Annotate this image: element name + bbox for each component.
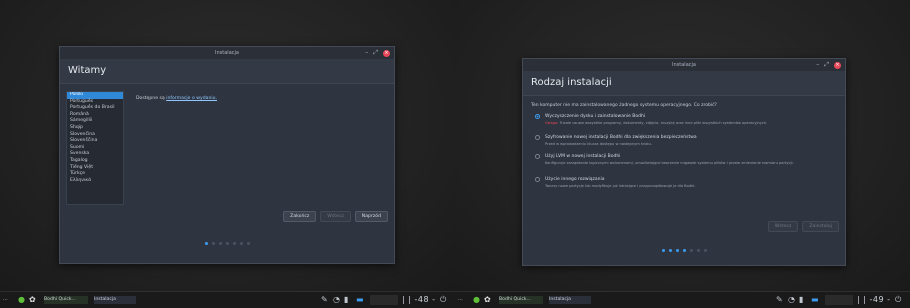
language-item[interactable]: Tagalog (67, 158, 123, 165)
radio-lvm[interactable] (535, 154, 540, 159)
radio-something-else[interactable] (535, 177, 540, 182)
release-notes-text: Dostępne są informacje o wydaniu. (136, 96, 218, 101)
maximize-icon[interactable]: ⤢ (824, 59, 829, 71)
taskbar-left: ⋯ ● ✿ Bodhi Quick... Instalacja ✎ ◔ ▮ ▬ … (0, 292, 455, 308)
pen-icon[interactable]: ✎ (321, 295, 328, 305)
taskbar-app-installer[interactable]: Instalacja (549, 296, 591, 304)
progress-dot (682, 249, 686, 252)
taskbar: ⋯ ● ✿ Bodhi Quick... Instalacja ✎ ◔ ▮ ▬ … (0, 291, 910, 308)
apps-icon[interactable]: ✿ (29, 295, 36, 305)
monitor-icon[interactable]: ▬ (356, 295, 364, 305)
radio-erase-disk[interactable] (535, 114, 540, 119)
progress-dot (232, 242, 236, 245)
next-button[interactable]: Naprzód (354, 211, 388, 222)
taskbar-app-installer[interactable]: Instalacja (94, 296, 136, 304)
language-item[interactable]: Polski (67, 92, 123, 99)
installer-window-install-type: Instalacja – ⤢ × Rodzaj instalacji Ten k… (522, 58, 846, 266)
release-notes-link[interactable]: informacje o wydaniu. (166, 96, 217, 101)
bodhi-icon[interactable]: ● (18, 295, 25, 305)
clock: | | -48 ‑ (402, 295, 436, 304)
menu-dots-icon[interactable]: ⋯ (3, 295, 8, 305)
minimize-icon[interactable]: – (816, 59, 819, 71)
progress-dots (523, 249, 845, 252)
progress-dot (696, 249, 700, 252)
taskbar-app-bodhi[interactable]: Bodhi Quick... (44, 296, 88, 304)
desktop-left: Instalacja – ⤢ × Witamy Polski Português P… (0, 0, 455, 292)
installer-window-welcome: Instalacja – ⤢ × Witamy Polski Português P… (59, 46, 395, 264)
language-item[interactable]: Türkçe (67, 171, 123, 178)
close-icon[interactable]: × (834, 61, 841, 69)
progress-dot (675, 249, 679, 252)
taskbar-app-bodhi[interactable]: Bodhi Quick... (499, 296, 543, 304)
bodhi-icon[interactable]: ● (473, 295, 480, 305)
radio-encrypt[interactable] (535, 135, 540, 140)
workspace-pager[interactable] (825, 295, 853, 305)
progress-dot (689, 249, 693, 252)
window-title: Instalacja (215, 50, 239, 56)
progress-dot (661, 249, 665, 252)
close-icon[interactable]: × (383, 49, 390, 57)
taskbar-right: ⋯ ● ✿ Bodhi Quick... Instalacja ✎ ◔ ▮ ▬ … (455, 292, 910, 308)
window-title: Instalacja (672, 62, 696, 68)
progress-dot (703, 249, 707, 252)
progress-dot (218, 242, 222, 245)
progress-dot (239, 242, 243, 245)
clock-icon[interactable]: ◔ (788, 295, 795, 305)
progress-dot (246, 242, 250, 245)
progress-dot (668, 249, 672, 252)
language-list[interactable]: Polski Português Português do Brasil Română… (66, 91, 124, 205)
battery-icon[interactable]: ▮ (344, 295, 348, 305)
progress-dot (211, 242, 215, 245)
apps-icon[interactable]: ✿ (484, 295, 491, 305)
desktop-right: Instalacja – ⤢ × Rodzaj instalacji Ten k… (455, 0, 910, 292)
window-titlebar[interactable]: Instalacja – ⤢ × (60, 47, 394, 59)
language-item[interactable]: Svenska (67, 151, 123, 158)
clock: | | -49 ‑ (857, 295, 891, 304)
install-button[interactable]: Zainstaluj (802, 221, 839, 232)
window-titlebar[interactable]: Instalacja – ⤢ × (523, 59, 845, 71)
language-item[interactable]: Português do Brasil (67, 105, 123, 112)
language-item[interactable]: Slovenščina (67, 138, 123, 145)
progress-dot (225, 242, 229, 245)
menu-dots-icon[interactable]: ⋯ (458, 295, 463, 305)
back-button[interactable]: Wstecz (767, 221, 799, 232)
maximize-icon[interactable]: ⤢ (373, 47, 378, 59)
pen-icon[interactable]: ✎ (776, 295, 783, 305)
progress-dot (204, 242, 208, 245)
power-icon[interactable]: ⏻ (895, 295, 901, 305)
install-question: Ten komputer nie ma zainstalowanego żadn… (531, 103, 717, 108)
page-title: Witamy (60, 59, 394, 84)
clock-icon[interactable]: ◔ (333, 295, 340, 305)
minimize-icon[interactable]: – (365, 47, 368, 59)
language-item[interactable]: Ελληνικά (67, 178, 123, 185)
language-item[interactable]: Sámegillii (67, 118, 123, 125)
progress-dots (60, 242, 394, 245)
battery-icon[interactable]: ▮ (799, 295, 803, 305)
back-button[interactable]: Wstecz (320, 211, 351, 222)
workspace-pager[interactable] (370, 295, 398, 305)
quit-button[interactable]: Zakończ (283, 211, 317, 222)
language-item[interactable]: Shqip (67, 125, 123, 132)
page-title: Rodzaj instalacji (523, 71, 845, 96)
power-icon[interactable]: ⏻ (440, 295, 446, 305)
monitor-icon[interactable]: ▬ (811, 295, 819, 305)
